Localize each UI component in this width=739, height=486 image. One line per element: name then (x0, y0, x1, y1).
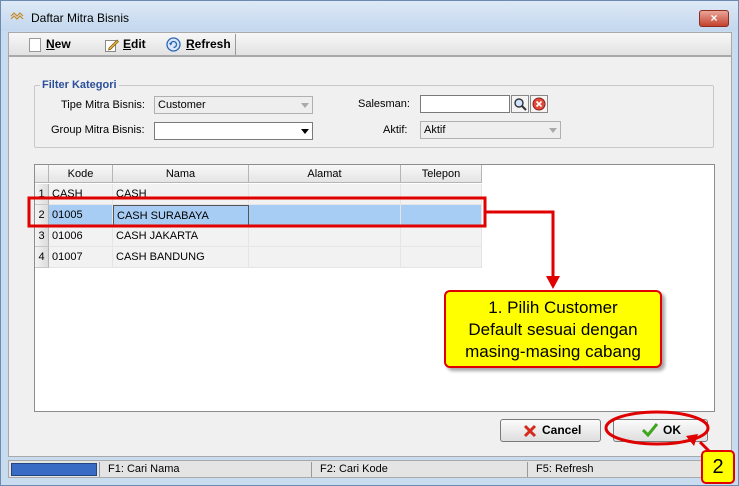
new-button[interactable]: New (27, 35, 87, 54)
cell-nama[interactable]: CASH (113, 184, 249, 205)
window-title: Daftar Mitra Bisnis (31, 11, 130, 25)
edit-label: dit (131, 37, 146, 51)
cell-alamat[interactable] (249, 184, 401, 205)
status-f5: F5: Refresh (527, 462, 727, 477)
status-f2: F2: Cari Kode (311, 462, 527, 477)
cell-alamat[interactable] (249, 247, 401, 268)
ok-label: K (672, 423, 682, 437)
group-mitra-select[interactable] (154, 122, 313, 140)
edit-button[interactable]: Edit (105, 35, 161, 54)
cell-alamat[interactable] (249, 226, 401, 247)
filter-legend: Filter Kategori (40, 79, 119, 91)
main-window: Daftar Mitra Bisnis × New Edit Refresh F… (0, 0, 739, 486)
column-header-nama[interactable]: Nama (113, 165, 249, 183)
new-label: ew (54, 37, 71, 51)
column-header-alamat[interactable]: Alamat (249, 165, 401, 183)
instruction-callout: 1. Pilih Customer Default sesuai dengan … (444, 290, 662, 368)
title-bar: Daftar Mitra Bisnis × (1, 1, 738, 31)
refresh-label-accel: R (186, 37, 195, 51)
toolbar: New Edit Refresh (8, 32, 732, 56)
salesman-input[interactable] (420, 95, 510, 113)
cell-telepon[interactable] (401, 205, 482, 226)
edit-pencil-icon (105, 39, 119, 52)
table-row-selected[interactable]: 2 01005 CASH SURABAYA (35, 205, 482, 226)
search-icon (514, 98, 527, 111)
new-document-icon (29, 38, 41, 52)
salesman-clear-button[interactable] (530, 95, 548, 113)
cancel-label-accel: C (542, 423, 551, 437)
toolbar-separator (235, 34, 236, 55)
refresh-button[interactable]: Refresh (166, 35, 232, 54)
tipe-mitra-value: Customer (158, 99, 206, 111)
status-bar: F1: Cari Nama F2: Cari Kode F5: Refresh (8, 460, 732, 478)
cell-kode[interactable]: 01006 (49, 226, 113, 247)
ok-button[interactable]: OK (613, 419, 708, 442)
tipe-mitra-select[interactable]: Customer (154, 96, 313, 114)
cell-telepon[interactable] (401, 184, 482, 205)
row-header-corner (35, 165, 49, 183)
salesman-search-button[interactable] (511, 95, 529, 113)
step-badge: 2 (701, 450, 735, 484)
chevron-down-icon (301, 103, 309, 108)
callout-line-2: Default sesuai dengan (468, 320, 638, 339)
group-mitra-label: Group Mitra Bisnis: (51, 124, 145, 136)
refresh-icon (166, 37, 181, 52)
refresh-label: efresh (194, 37, 231, 51)
status-progress (11, 463, 97, 476)
clear-icon (532, 97, 546, 111)
cell-alamat[interactable] (249, 205, 401, 226)
status-f1: F1: Cari Nama (99, 462, 311, 477)
row-number: 1 (35, 184, 49, 205)
chevron-down-icon (301, 129, 309, 134)
salesman-label: Salesman: (358, 98, 410, 110)
callout-line-1: 1. Pilih Customer (488, 298, 618, 317)
close-button[interactable]: × (699, 10, 729, 27)
cancel-x-icon (523, 424, 537, 438)
checkmark-icon (642, 423, 658, 437)
cell-nama[interactable]: CASH JAKARTA (113, 226, 249, 247)
cell-kode[interactable]: 01005 (49, 205, 113, 226)
chevron-down-icon (549, 128, 557, 133)
filter-group: Filter Kategori (34, 79, 714, 148)
app-icon (10, 12, 24, 20)
aktif-label: Aktif: (383, 124, 408, 136)
cell-telepon[interactable] (401, 226, 482, 247)
row-number: 3 (35, 226, 49, 247)
edit-label-accel: E (123, 37, 132, 51)
table-row[interactable]: 3 01006 CASH JAKARTA (35, 226, 482, 247)
cell-telepon[interactable] (401, 247, 482, 268)
aktif-select[interactable]: Aktif (420, 121, 561, 139)
content-panel: Filter Kategori Tipe Mitra Bisnis: Custo… (8, 56, 732, 457)
cell-nama[interactable]: CASH SURABAYA (113, 205, 249, 226)
table-row[interactable]: 1 CASH CASH (35, 184, 482, 205)
column-header-telepon[interactable]: Telepon (401, 165, 482, 183)
cancel-button[interactable]: Cancel (500, 419, 601, 442)
aktif-value: Aktif (424, 124, 446, 136)
close-icon: × (710, 11, 718, 25)
cancel-label: ancel (550, 423, 582, 437)
callout-line-3: masing-masing cabang (465, 342, 641, 361)
table-row[interactable]: 4 01007 CASH BANDUNG (35, 247, 482, 268)
cell-nama[interactable]: CASH BANDUNG (113, 247, 249, 268)
column-header-kode[interactable]: Kode (49, 165, 113, 183)
row-number: 4 (35, 247, 49, 268)
new-label-accel: N (46, 37, 55, 51)
mitra-table[interactable]: Kode Nama Alamat Telepon 1 CASH CASH 2 0… (34, 164, 715, 412)
ok-label-accel: O (663, 423, 673, 437)
tipe-mitra-label: Tipe Mitra Bisnis: (61, 99, 145, 111)
cell-kode[interactable]: 01007 (49, 247, 113, 268)
cell-kode[interactable]: CASH (49, 184, 113, 205)
row-number: 2 (35, 205, 49, 226)
